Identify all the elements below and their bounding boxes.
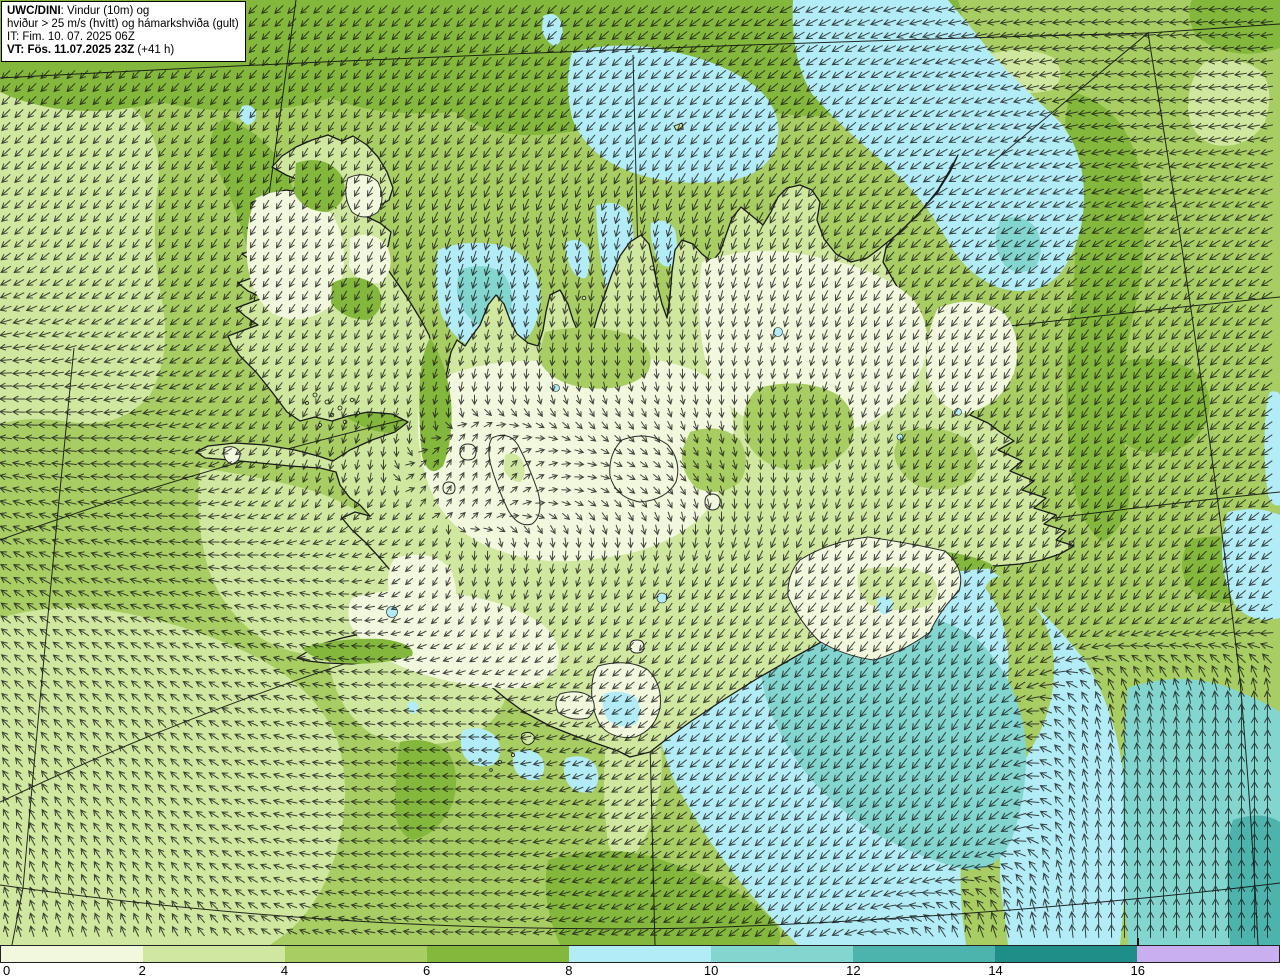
- weather-map-app: UWC/DINI: Vindur (10m) og hviður > 25 m/…: [0, 0, 1280, 978]
- model-name: UWC/DINI: [7, 5, 61, 17]
- colorbar-segment-7: [995, 946, 1137, 962]
- colorbar-tick-16: [1136, 938, 1139, 946]
- colorbar-label-14: 14: [988, 963, 1003, 978]
- colorbar-segment-4: [569, 946, 711, 962]
- colorbar-label-8: 8: [565, 963, 573, 978]
- colorbar-label-0: 0: [3, 963, 11, 978]
- colorbar-label-6: 6: [423, 963, 431, 978]
- colorbar-label-4: 4: [280, 963, 289, 978]
- colorbar-segment-5: [711, 946, 853, 962]
- wind-speed-colorbar: 0 2 4 6 8 10 12 14 16: [0, 938, 1280, 978]
- colorbar-strip: [0, 945, 1280, 963]
- colorbar-segment-1: [143, 946, 285, 962]
- colorbar-segment-6: [853, 946, 995, 962]
- legend-line-1: UWC/DINI: Vindur (10m) og: [7, 5, 150, 17]
- legend-line-2: hviður > 25 m/s (hvítt) og hámarkshviða …: [7, 18, 239, 30]
- colorbar-label-12: 12: [846, 963, 861, 978]
- colorbar-segment-3: [427, 946, 569, 962]
- map-title-legend: UWC/DINI: Vindur (10m) og hviður > 25 m/…: [1, 1, 246, 62]
- colorbar-label-10: 10: [703, 963, 719, 978]
- map-canvas: [0, 0, 1280, 945]
- colorbar-segment-2: [285, 946, 427, 962]
- wind-map: [0, 0, 1280, 945]
- colorbar-label-16: 16: [1130, 963, 1145, 978]
- legend-line-3-init-time: IT: Fim. 10. 07. 2025 06Z: [7, 31, 135, 43]
- colorbar-segment-0: [1, 946, 143, 962]
- colorbar-segment-8: [1137, 946, 1279, 962]
- colorbar-label-2: 2: [138, 963, 146, 978]
- legend-line-4-valid-time: VT: Fös. 11.07.2025 23Z (+41 h): [7, 44, 175, 56]
